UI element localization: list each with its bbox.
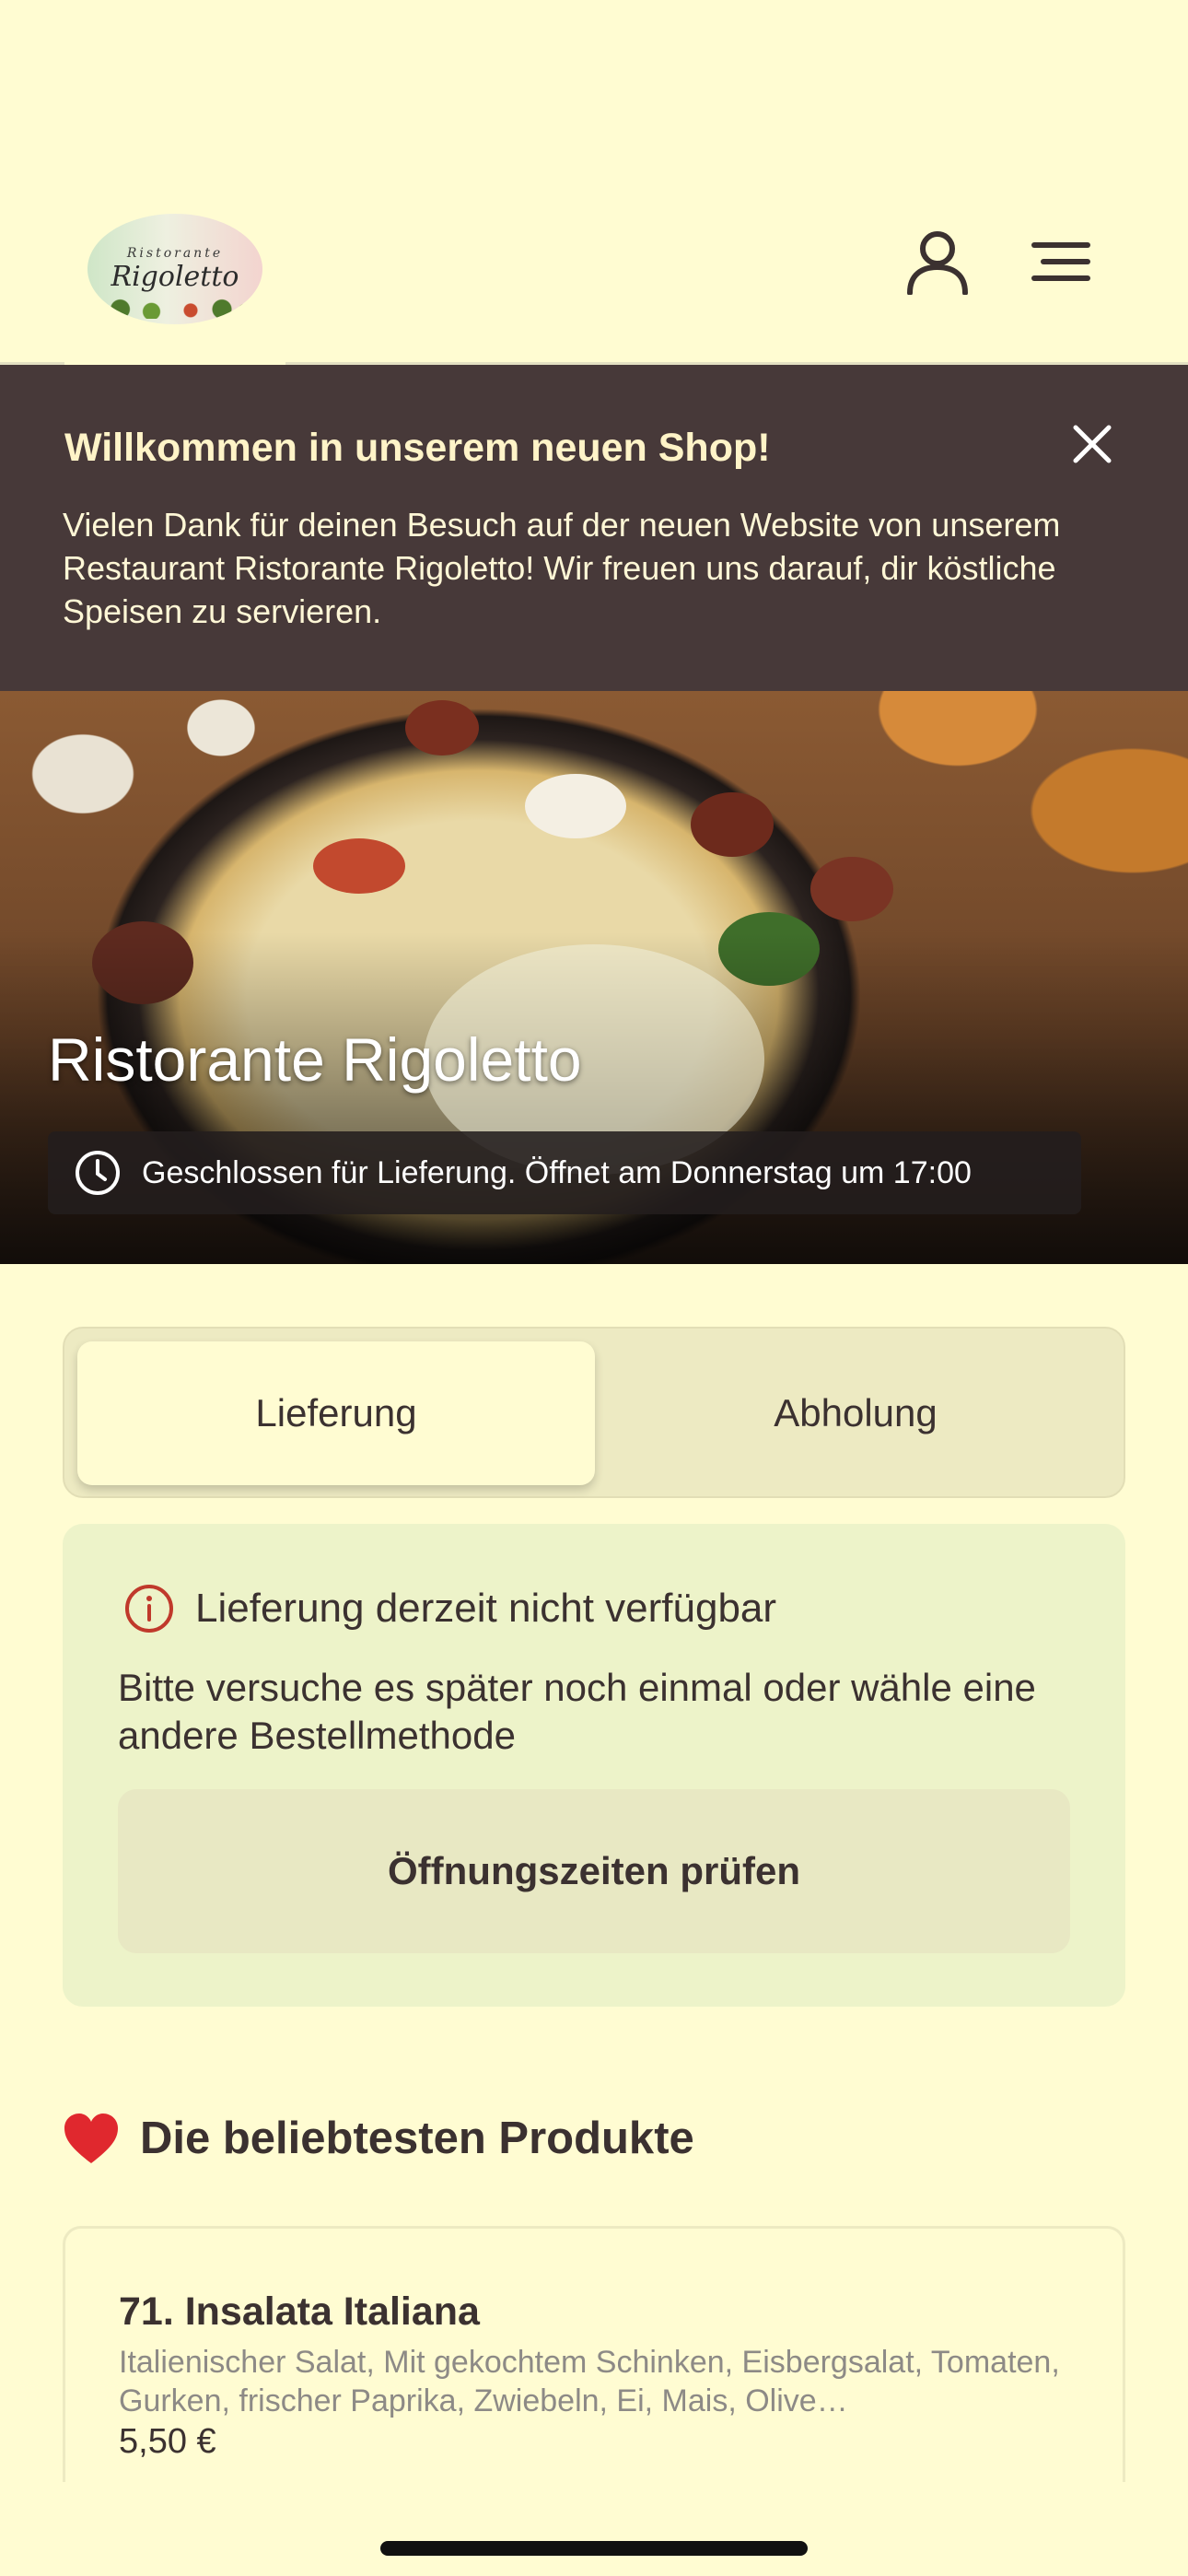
logo-emblem: Ristorante Rigoletto bbox=[87, 214, 262, 324]
popular-products-heading: Die beliebtesten Produkte bbox=[63, 2112, 694, 2165]
product-name: 71. Insalata Italiana bbox=[119, 2289, 480, 2334]
banner-close-button[interactable] bbox=[1059, 411, 1125, 477]
logo-text-small: Ristorante bbox=[126, 245, 224, 261]
tab-delivery[interactable]: Lieferung bbox=[77, 1341, 595, 1485]
check-opening-hours-button[interactable]: Öffnungszeiten prüfen bbox=[118, 1789, 1070, 1953]
account-button[interactable] bbox=[901, 225, 974, 299]
site-header: Ristorante Rigoletto bbox=[0, 0, 1188, 372]
clock-icon bbox=[76, 1151, 120, 1195]
delivery-unavailable-notice: Lieferung derzeit nicht verfügbar Bitte … bbox=[63, 1524, 1125, 2007]
topping-decoration bbox=[525, 774, 626, 838]
home-indicator[interactable] bbox=[380, 2541, 808, 2556]
popular-products-title: Die beliebtesten Produkte bbox=[140, 2113, 694, 2163]
close-icon bbox=[1073, 425, 1112, 463]
hours-status-text: Geschlossen für Lieferung. Öffnet am Don… bbox=[142, 1154, 972, 1190]
info-icon bbox=[125, 1585, 173, 1633]
banner-text: Vielen Dank für deinen Besuch auf der ne… bbox=[63, 506, 1061, 630]
notice-text: Bitte versuche es später noch einmal ode… bbox=[118, 1666, 1036, 1757]
notice-title: Lieferung derzeit nicht verfügbar bbox=[195, 1586, 777, 1631]
product-description: Italienischer Salat, Mit gekochtem Schin… bbox=[119, 2345, 1060, 2418]
topping-decoration bbox=[691, 792, 774, 857]
topping-decoration bbox=[313, 838, 405, 894]
tab-pickup[interactable]: Abholung bbox=[597, 1341, 1114, 1485]
logo-herbs-decoration bbox=[97, 295, 253, 319]
heart-icon bbox=[64, 2113, 118, 2163]
topping-decoration bbox=[810, 857, 893, 921]
user-icon bbox=[907, 231, 968, 295]
hero-image: Ristorante Rigoletto Geschlossen für Lie… bbox=[0, 691, 1188, 1264]
bottom-safe-area bbox=[0, 2482, 1188, 2576]
product-price: 5,50 € bbox=[119, 2422, 216, 2461]
menu-button[interactable] bbox=[1024, 225, 1098, 299]
opening-hours-status: Geschlossen für Lieferung. Öffnet am Don… bbox=[48, 1131, 1081, 1214]
welcome-banner: Willkommen in unserem neuen Shop! Vielen… bbox=[0, 365, 1188, 691]
logo-text-big: Rigoletto bbox=[111, 260, 239, 293]
restaurant-logo[interactable]: Ristorante Rigoletto bbox=[64, 166, 285, 372]
order-method-toggle: Lieferung Abholung bbox=[63, 1327, 1125, 1498]
topping-decoration bbox=[405, 700, 479, 755]
notice-header: Lieferung derzeit nicht verfügbar bbox=[123, 1583, 776, 1634]
menu-icon bbox=[1031, 242, 1090, 281]
banner-title: Willkommen in unserem neuen Shop! bbox=[64, 426, 771, 470]
restaurant-name: Ristorante Rigoletto bbox=[48, 1025, 582, 1094]
